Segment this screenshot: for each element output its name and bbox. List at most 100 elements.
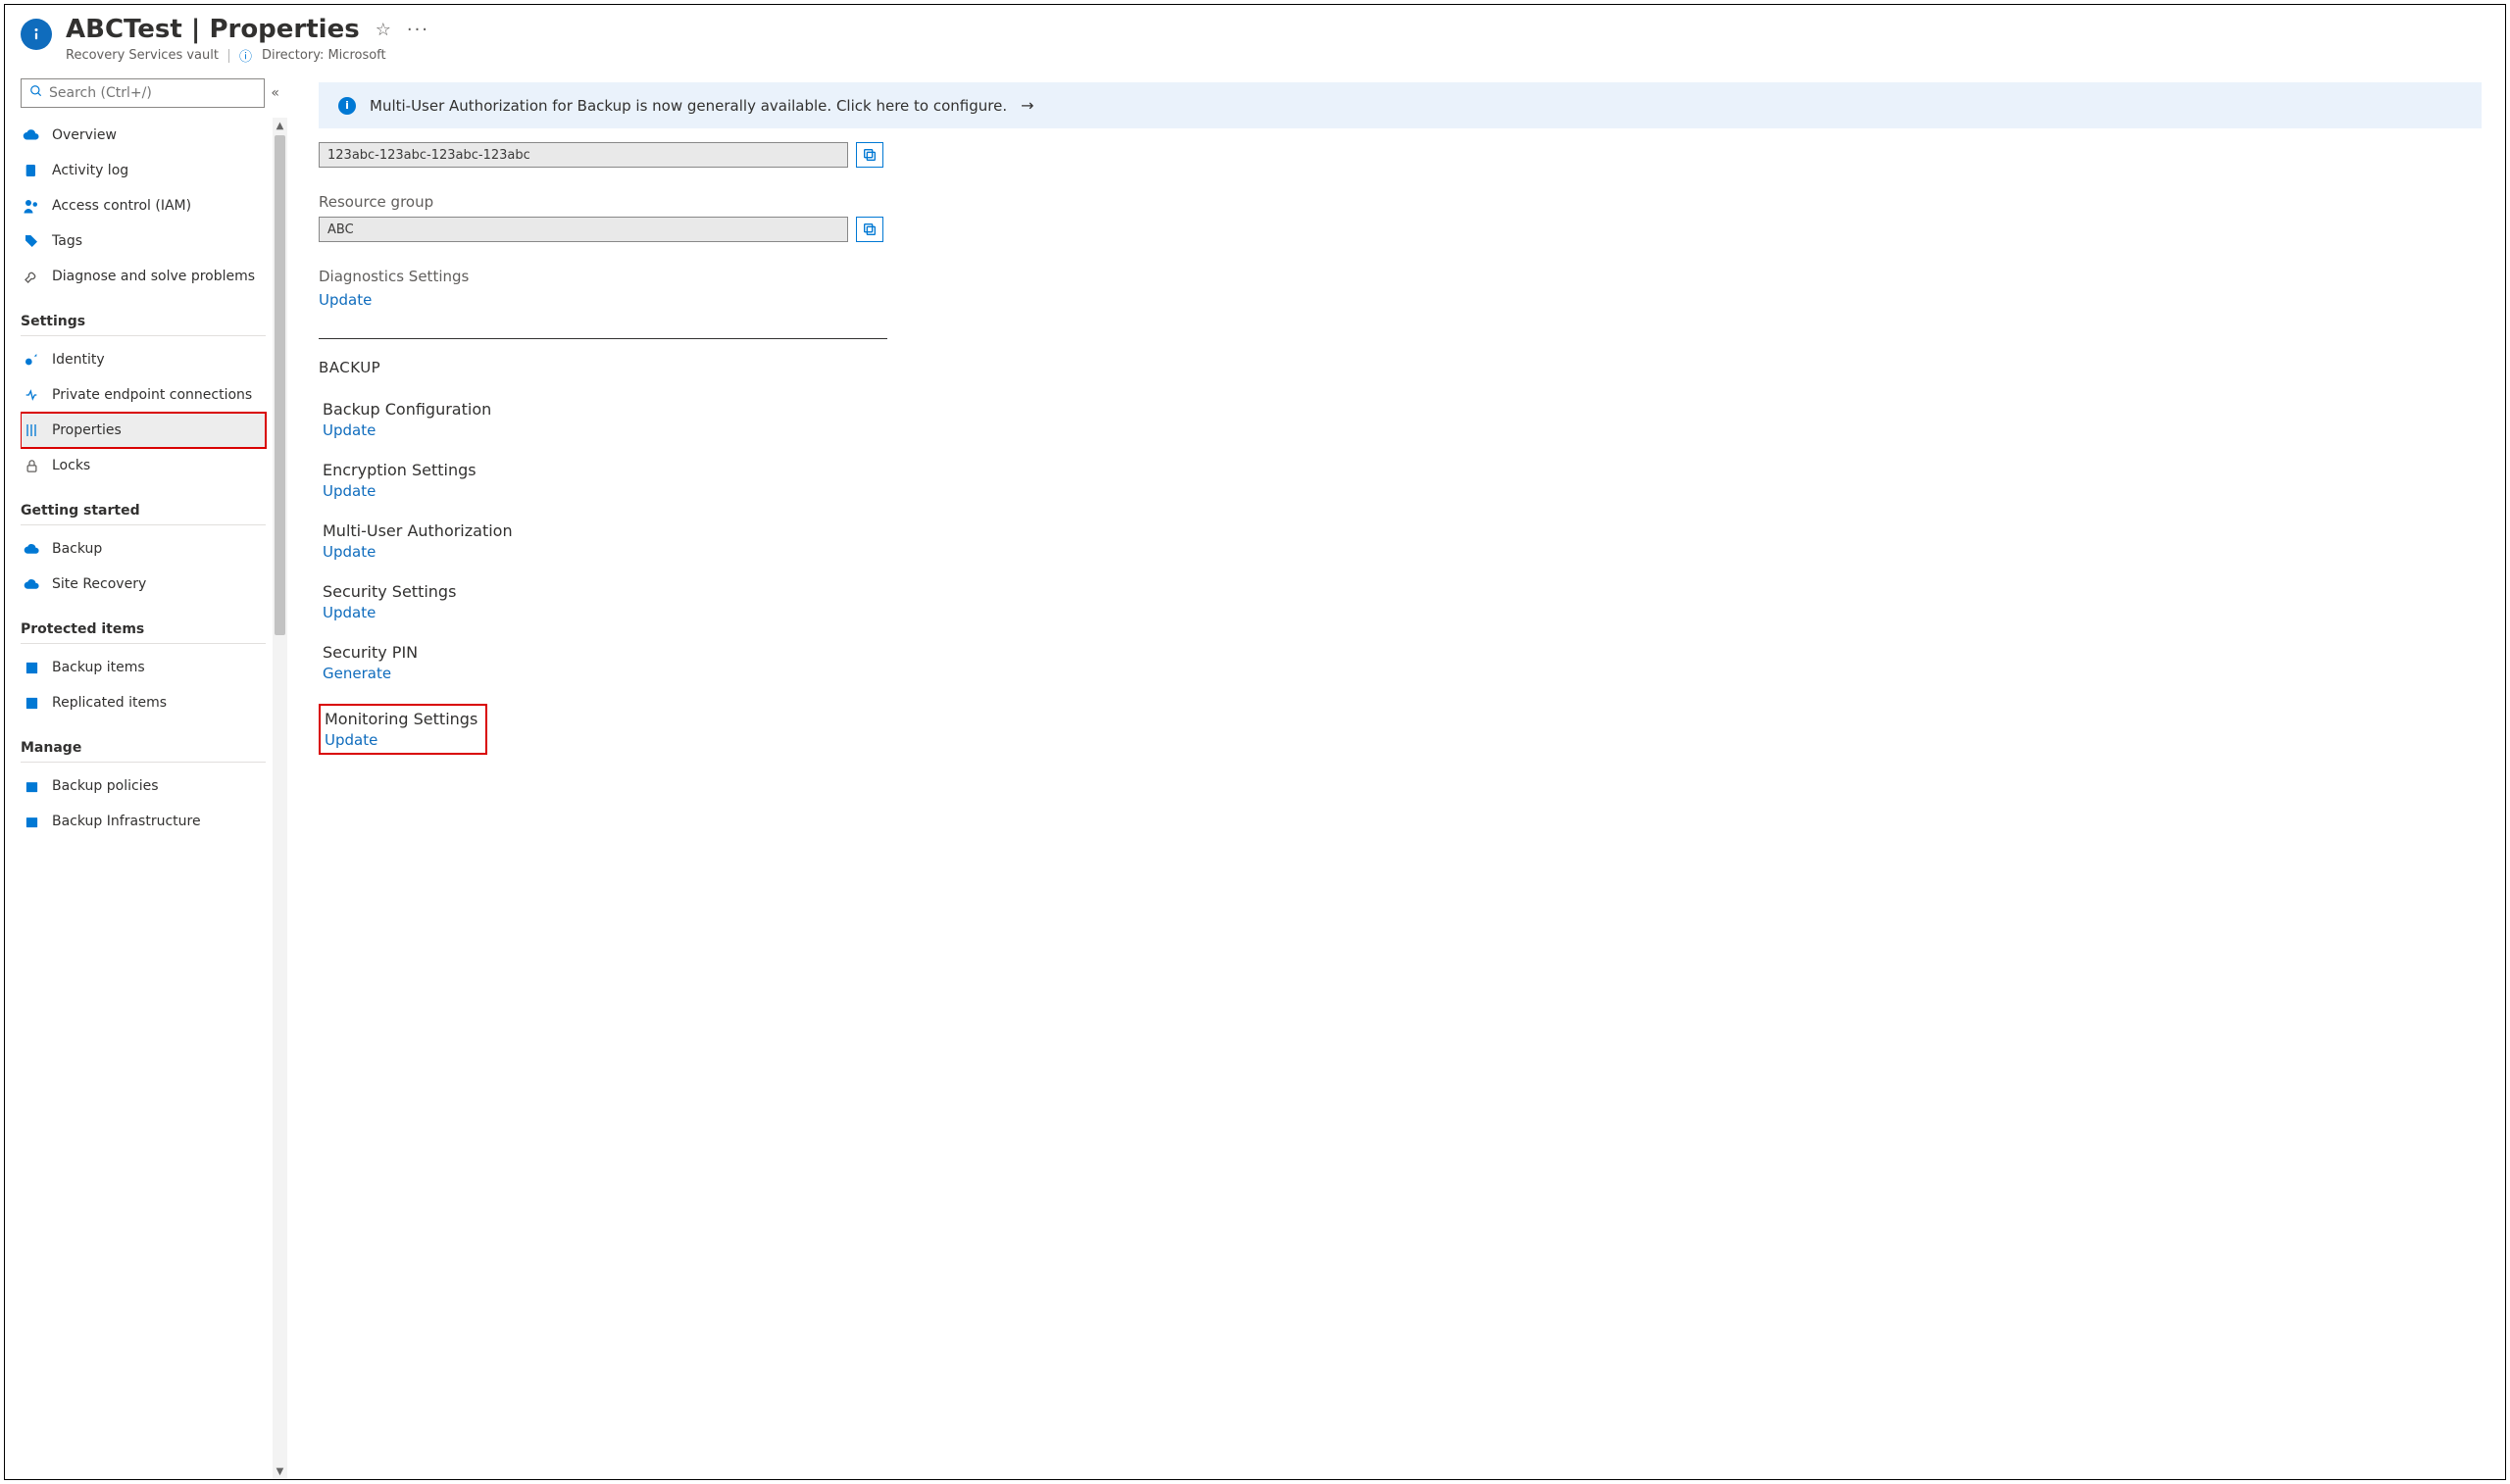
setting-title: Multi-User Authorization (323, 521, 2482, 540)
section-divider (21, 524, 266, 525)
more-actions-icon[interactable]: ··· (407, 20, 429, 40)
setting-title: Backup Configuration (323, 400, 2482, 419)
sidebar-item-site-recovery[interactable]: Site Recovery (21, 567, 266, 602)
sidebar-item-label: Private endpoint connections (52, 387, 252, 403)
section-manage: Manage (21, 720, 266, 762)
section-settings: Settings (21, 294, 266, 335)
search-input[interactable] (49, 85, 256, 101)
sidebar-item-locks[interactable]: Locks (21, 448, 266, 483)
generate-link[interactable]: Generate (323, 665, 391, 682)
calendar-icon (23, 779, 40, 794)
search-icon (29, 84, 43, 102)
recovery-icon (23, 576, 40, 593)
diagnostics-update-link[interactable]: Update (319, 291, 2482, 309)
section-protected: Protected items (21, 602, 266, 643)
sidebar-item-label: Locks (52, 458, 90, 473)
sidebar-item-tags[interactable]: Tags (21, 223, 266, 259)
info-icon: i (338, 97, 356, 115)
sidebar-item-label: Access control (IAM) (52, 198, 191, 214)
section-getting-started: Getting started (21, 483, 266, 524)
section-divider (319, 338, 887, 339)
id-readonly-field: 123abc-123abc-123abc-123abc (319, 142, 848, 168)
setting-multi-user-auth: Multi-User Authorization Update (319, 521, 2482, 561)
copy-button[interactable] (856, 217, 883, 242)
key-icon (23, 352, 40, 368)
sidebar-item-private-endpoint[interactable]: Private endpoint connections (21, 377, 266, 413)
section-divider (21, 643, 266, 644)
scrollbar-thumb[interactable] (275, 135, 285, 635)
info-icon (21, 19, 52, 50)
sidebar-item-label: Overview (52, 127, 117, 143)
setting-encryption: Encryption Settings Update (319, 461, 2482, 500)
people-icon (23, 197, 40, 215)
section-divider (21, 762, 266, 763)
update-link[interactable]: Update (323, 482, 376, 500)
setting-title: Monitoring Settings (325, 710, 477, 728)
backup-icon (23, 541, 40, 558)
tag-icon (23, 233, 40, 249)
scrollbar[interactable]: ▲ ▼ (273, 118, 287, 1479)
grid-icon (23, 661, 40, 675)
sidebar-item-identity[interactable]: Identity (21, 342, 266, 377)
cloud-icon (23, 126, 40, 144)
sidebar-item-label: Backup (52, 541, 102, 557)
setting-title: Security PIN (323, 643, 2482, 662)
setting-security-settings: Security Settings Update (319, 582, 2482, 621)
sidebar-item-backup-policies[interactable]: Backup policies (21, 768, 266, 804)
collapse-sidebar-icon[interactable]: « (271, 85, 279, 101)
sidebar-item-activity-log[interactable]: Activity log (21, 153, 266, 188)
scroll-up-icon[interactable]: ▲ (273, 118, 287, 133)
sidebar: « Overview Activity log (5, 69, 287, 1479)
sidebar-item-label: Properties (52, 422, 122, 438)
sidebar-item-label: Replicated items (52, 695, 167, 711)
update-link[interactable]: Update (325, 731, 377, 749)
setting-title: Encryption Settings (323, 461, 2482, 479)
sidebar-item-iam[interactable]: Access control (IAM) (21, 188, 266, 223)
resource-group-field: ABC (319, 217, 848, 242)
arrow-right-icon: → (1021, 96, 1033, 115)
sidebar-item-overview[interactable]: Overview (21, 118, 266, 153)
resource-group-label: Resource group (319, 193, 2482, 211)
sidebar-item-backup[interactable]: Backup (21, 531, 266, 567)
sidebar-item-backup-infra[interactable]: Backup Infrastructure (21, 804, 266, 839)
sidebar-item-label: Site Recovery (52, 576, 146, 592)
page-title: ABCTest | Properties (66, 15, 360, 44)
setting-security-pin: Security PIN Generate (319, 643, 2482, 682)
section-divider (21, 335, 266, 336)
sidebar-item-diagnose[interactable]: Diagnose and solve problems (21, 259, 266, 294)
sidebar-item-label: Identity (52, 352, 105, 368)
info-small-icon: ⓘ (239, 46, 252, 65)
sidebar-item-label: Tags (52, 233, 82, 249)
page-header: ABCTest | Properties ☆ ··· Recovery Serv… (5, 5, 2505, 69)
setting-title: Security Settings (323, 582, 2482, 601)
sidebar-item-backup-items[interactable]: Backup items (21, 650, 266, 685)
resource-type-label: Recovery Services vault (66, 48, 219, 63)
log-icon (23, 163, 40, 178)
sidebar-item-label: Backup policies (52, 778, 159, 794)
info-banner[interactable]: i Multi-User Authorization for Backup is… (319, 82, 2482, 128)
network-icon (23, 387, 40, 403)
sidebar-item-properties[interactable]: Properties (21, 413, 266, 448)
update-link[interactable]: Update (323, 604, 376, 621)
banner-link[interactable]: Multi-User Authorization for Backup is n… (370, 97, 1007, 115)
diagnostics-label: Diagnostics Settings (319, 268, 2482, 285)
setting-monitoring-highlight: Monitoring Settings Update (319, 704, 487, 755)
sidebar-item-label: Backup items (52, 660, 145, 675)
sidebar-item-replicated-items[interactable]: Replicated items (21, 685, 266, 720)
separator (228, 49, 229, 63)
setting-backup-configuration: Backup Configuration Update (319, 400, 2482, 439)
update-link[interactable]: Update (323, 421, 376, 439)
properties-icon (23, 422, 40, 438)
sidebar-item-label: Activity log (52, 163, 128, 178)
grid-icon (23, 696, 40, 711)
wrench-icon (23, 269, 40, 284)
search-input-wrapper[interactable] (21, 78, 265, 108)
backup-section-heading: BACKUP (319, 359, 2482, 376)
favorite-star-icon[interactable]: ☆ (376, 20, 391, 40)
main-content: i Multi-User Authorization for Backup is… (287, 69, 2505, 1479)
update-link[interactable]: Update (323, 543, 376, 561)
copy-button[interactable] (856, 142, 883, 168)
sidebar-item-label: Backup Infrastructure (52, 814, 201, 829)
scroll-down-icon[interactable]: ▼ (273, 1463, 287, 1479)
infrastructure-icon (23, 815, 40, 829)
